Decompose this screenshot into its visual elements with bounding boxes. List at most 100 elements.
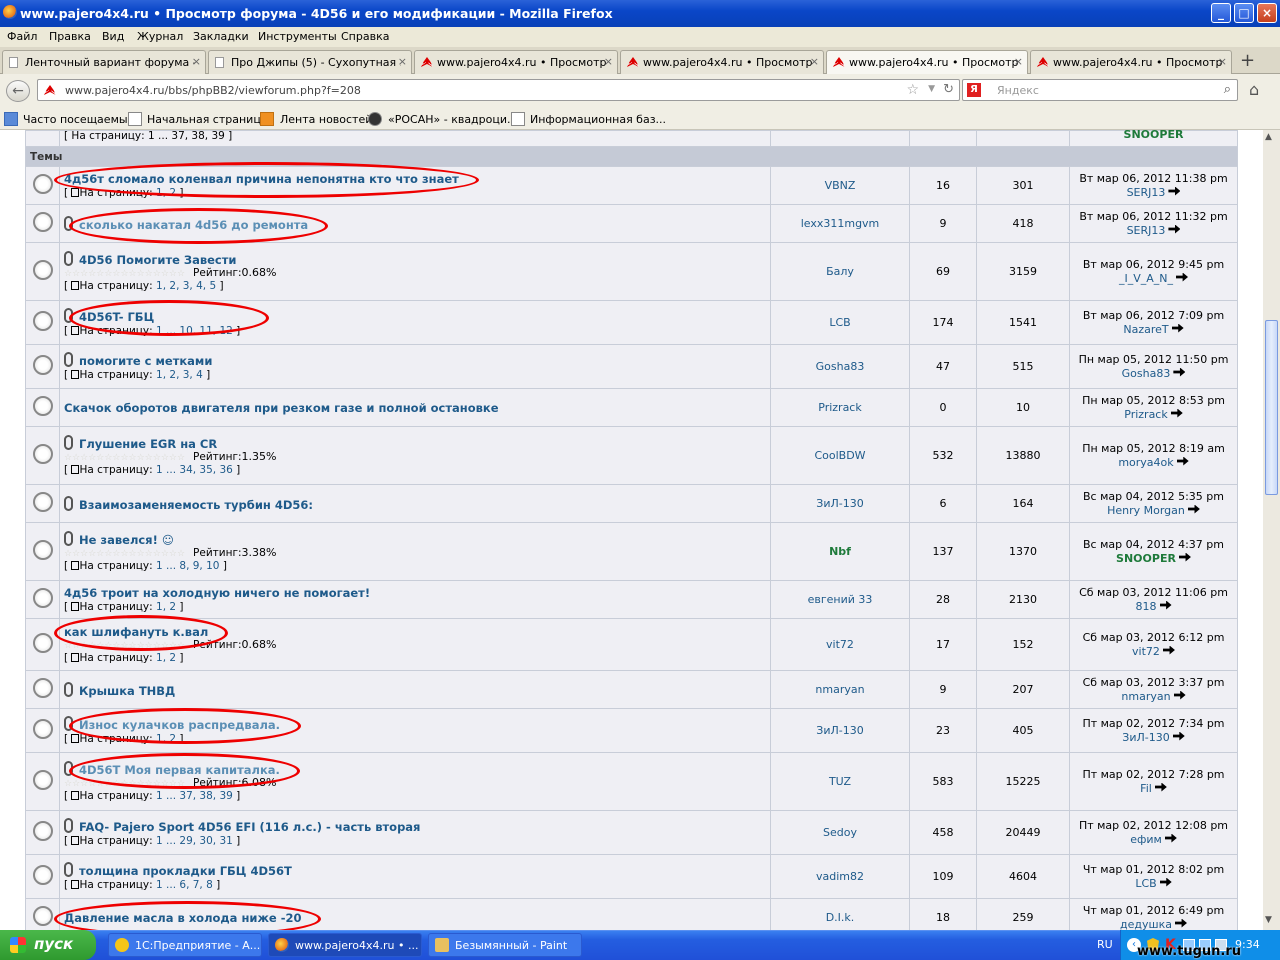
menu-history[interactable]: Журнал [137, 30, 183, 43]
search-bar[interactable]: Я Яндекс ⌕ [962, 79, 1238, 101]
topic-author[interactable]: ЗиЛ-130 [816, 724, 863, 737]
tab-1[interactable]: Ленточный вариант форума - ... × [2, 50, 206, 74]
page-links[interactable]: 1 ... 34, 35, 36 [156, 464, 233, 476]
last-poster[interactable]: LCB [1135, 877, 1156, 890]
maximize-button[interactable]: □ [1234, 3, 1254, 23]
goto-last-post-icon[interactable] [1176, 272, 1189, 282]
last-poster[interactable]: NazareT [1123, 323, 1168, 336]
last-poster[interactable]: morya4ok [1118, 456, 1173, 469]
language-indicator[interactable]: RU [1097, 938, 1113, 951]
page-links[interactable]: 1, 2, 3, 4, 5 [156, 280, 216, 292]
page-links[interactable]: 1, 2 [156, 652, 176, 664]
goto-last-post-icon[interactable] [1174, 918, 1187, 928]
menu-help[interactable]: Справка [341, 30, 389, 43]
topic-author[interactable]: евгений 33 [808, 593, 873, 606]
page-links[interactable]: 1 ... 10, 11, 12 [156, 325, 233, 337]
last-poster[interactable]: SERJ13 [1127, 186, 1166, 199]
tab-close-icon[interactable]: × [398, 55, 407, 68]
topic-title-link[interactable]: помогите с метками [79, 354, 212, 368]
topic-author[interactable]: Nbf [829, 545, 851, 558]
topic-title-link[interactable]: 4D56T- ГБЦ [79, 310, 154, 324]
topic-author[interactable]: vadim82 [816, 870, 864, 883]
topic-title-link[interactable]: 4D56 Помогите Завести [79, 253, 236, 267]
vertical-scrollbar[interactable]: ▲ ▼ [1263, 130, 1280, 930]
topic-title-link[interactable]: FAQ- Pajero Sport 4D56 EFI (116 л.с.) - … [79, 820, 420, 834]
goto-last-post-icon[interactable] [1168, 224, 1181, 234]
topic-author[interactable]: Gosha83 [816, 360, 865, 373]
tab-close-icon[interactable]: × [604, 55, 613, 68]
topic-title-link[interactable]: Крышка ТНВД [79, 684, 175, 698]
bookmark-most-visited[interactable]: Часто посещаемые [23, 113, 134, 126]
goto-last-post-icon[interactable] [1187, 504, 1200, 514]
bookmark-news[interactable]: Лента новостей [280, 113, 372, 126]
previous-last-poster[interactable]: SNOOPER [1124, 130, 1184, 141]
goto-last-post-icon[interactable] [1162, 645, 1175, 655]
tab-5-active[interactable]: www.pajero4x4.ru • Просмотр ... × [826, 50, 1028, 75]
page-links[interactable]: 1 ... 29, 30, 31 [156, 835, 233, 847]
topic-author[interactable]: ЗиЛ-130 [816, 497, 863, 510]
tab-close-icon[interactable]: × [810, 55, 819, 68]
goto-last-post-icon[interactable] [1168, 186, 1181, 196]
search-icon[interactable]: ⌕ [1224, 82, 1231, 97]
reload-icon[interactable]: ↻ [943, 82, 954, 97]
topic-title-link[interactable]: Скачок оборотов двигателя при резком газ… [64, 401, 499, 415]
last-poster[interactable]: Henry Morgan [1107, 504, 1185, 517]
taskbar-paint[interactable]: Безымянный - Paint [428, 933, 582, 957]
goto-last-post-icon[interactable] [1164, 833, 1177, 843]
bookmark-rosan[interactable]: «РОСАН» - квадроци... [388, 113, 518, 126]
menu-edit[interactable]: Правка [49, 30, 91, 43]
goto-last-post-icon[interactable] [1159, 877, 1172, 887]
tab-4[interactable]: www.pajero4x4.ru • Просмотр ... × [620, 50, 824, 74]
last-poster[interactable]: nmaryan [1121, 690, 1170, 703]
last-poster[interactable]: SERJ13 [1127, 224, 1166, 237]
topic-author[interactable]: TUZ [829, 775, 851, 788]
last-poster[interactable]: _I_V_A_N_ [1119, 272, 1173, 285]
back-arrow-icon[interactable]: ← [6, 80, 30, 102]
tab-6[interactable]: www.pajero4x4.ru • Просмотр ... × [1030, 50, 1232, 74]
last-poster[interactable]: ЗиЛ-130 [1122, 731, 1169, 744]
topic-title-link[interactable]: 4д56т сломало коленвал причина непонятна… [64, 172, 459, 186]
topic-author[interactable]: D.I.k. [826, 911, 855, 924]
scroll-up-icon[interactable]: ▲ [1265, 132, 1272, 142]
scrollbar-thumb[interactable] [1265, 320, 1278, 495]
topic-title-link[interactable]: Давление масла в холода ниже -20 [64, 911, 301, 925]
url-bar[interactable]: www.pajero4x4.ru/bbs/phpBB2/viewforum.ph… [37, 79, 960, 101]
menu-bookmarks[interactable]: Закладки [193, 30, 249, 43]
tab-3[interactable]: www.pajero4x4.ru • Просмотр ... × [414, 50, 618, 74]
topic-title-link[interactable]: Не завелся! ☺ [79, 533, 174, 547]
bookmark-home[interactable]: Начальная страница [147, 113, 268, 126]
topic-title-link[interactable]: Взаимозаменяемость турбин 4D56: [79, 498, 313, 512]
close-button[interactable]: × [1257, 3, 1277, 23]
menu-view[interactable]: Вид [102, 30, 124, 43]
goto-last-post-icon[interactable] [1173, 690, 1186, 700]
tab-2[interactable]: Про Джипы (5) - Сухопутная ... × [208, 50, 412, 74]
page-links[interactable]: 1 ... 37, 38, 39 [156, 790, 233, 802]
taskbar-1c[interactable]: 1С:Предприятие - А... [108, 933, 262, 957]
taskbar-firefox[interactable]: www.pajero4x4.ru • ... [268, 933, 422, 957]
topic-author[interactable]: VBNZ [825, 179, 856, 192]
topic-title-link[interactable]: Глушение EGR на CR [79, 437, 217, 451]
previous-pages[interactable]: [ На страницу: 1 ... 37, 38, 39 ] [59, 130, 771, 147]
topic-author[interactable]: CoolBDW [814, 449, 865, 462]
bookmark-star-icon[interactable]: ☆ [906, 82, 919, 98]
new-tab-button[interactable]: + [1240, 50, 1255, 71]
topic-author[interactable]: vit72 [826, 638, 854, 651]
topic-author[interactable]: Prizrack [818, 401, 861, 414]
topic-author[interactable]: nmaryan [815, 683, 864, 696]
goto-last-post-icon[interactable] [1170, 408, 1183, 418]
last-poster[interactable]: vit72 [1132, 645, 1160, 658]
last-poster[interactable]: SNOOPER [1116, 552, 1176, 565]
goto-last-post-icon[interactable] [1178, 552, 1191, 562]
home-icon[interactable]: ⌂ [1249, 80, 1259, 99]
page-links[interactable]: 1, 2 [156, 601, 176, 613]
menu-tools[interactable]: Инструменты [258, 30, 337, 43]
topic-author[interactable]: Балу [826, 265, 854, 278]
page-links[interactable]: 1 ... 6, 7, 8 [156, 879, 213, 891]
minimize-button[interactable]: _ [1211, 3, 1231, 23]
topic-title-link[interactable]: Износ кулачков распредвала. [79, 718, 280, 732]
bookmark-infobase[interactable]: Информационная баз... [530, 113, 666, 126]
last-poster[interactable]: Gosha83 [1122, 367, 1171, 380]
topic-author[interactable]: LCB [829, 316, 850, 329]
topic-title-link[interactable]: 4д56 троит на холодную ничего не помогае… [64, 586, 370, 600]
last-poster[interactable]: Prizrack [1124, 408, 1167, 421]
